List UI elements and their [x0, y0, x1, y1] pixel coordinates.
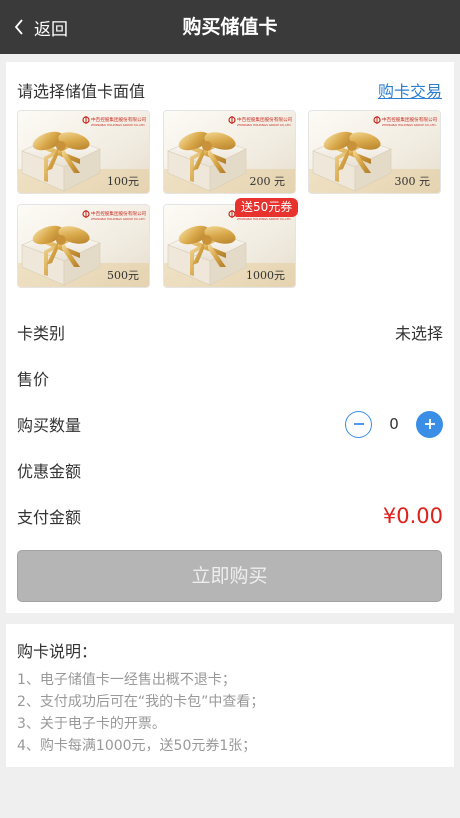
card-amount: 100元: [107, 175, 139, 188]
card-option-100[interactable]: 中百控股集团股份有限公司 ZHONGBAI HOLDINGS GROUP CO.,…: [17, 110, 150, 194]
card-option-300[interactable]: 中百控股集团股份有限公司 ZHONGBAI HOLDINGS GROUP CO.,…: [308, 110, 441, 194]
card-type-value: 未选择: [394, 324, 443, 343]
card-type-label: 卡类别: [17, 324, 66, 343]
discount-label: 优惠金额: [17, 462, 82, 481]
price-label: 售价: [17, 370, 50, 389]
notes-title: 购卡说明：: [17, 642, 98, 661]
quantity-stepper: 0: [345, 410, 443, 438]
card-option-500[interactable]: 中百控股集团股份有限公司 ZHONGBAI HOLDINGS GROUP CO.,…: [17, 204, 150, 288]
discount-row: 优惠金额: [17, 455, 443, 485]
card-brand-text-en: ZHONGBAI HOLDINGS GROUP CO.,LTD.: [237, 123, 292, 127]
note-item: 2、支付成功后可在“我的卡包”中查看；: [17, 694, 265, 710]
notes-list: 1、电子储值卡一经售出概不退卡； 2、支付成功后可在“我的卡包”中查看； 3、关…: [17, 669, 264, 757]
pay-row: 支付金额 ¥0.00: [17, 501, 443, 531]
card-brand-text: 中百控股集团股份有限公司: [237, 116, 293, 123]
quantity-value: 0: [389, 415, 399, 433]
page-title: 购买储值卡: [182, 16, 278, 38]
purchase-notes: 购卡说明： 1、电子储值卡一经售出概不退卡； 2、支付成功后可在“我的卡包”中查…: [6, 624, 454, 767]
pay-label: 支付金额: [17, 508, 82, 527]
card-type-row: 卡类别 未选择: [17, 317, 443, 347]
card-brand-text-en: ZHONGBAI HOLDINGS GROUP CO.,LTD.: [91, 123, 146, 127]
increase-button[interactable]: [416, 410, 443, 438]
price-row: 售价: [17, 363, 443, 393]
quantity-label: 购买数量: [17, 416, 82, 435]
back-button[interactable]: 返回: [14, 0, 68, 54]
note-item: 1、电子储值卡一经售出概不退卡；: [17, 672, 236, 688]
note-item: 4、购卡每满1000元，送50元券1张；: [17, 738, 257, 754]
buy-now-button[interactable]: 立即购买: [17, 550, 442, 602]
card-amount: 1000元: [246, 269, 285, 282]
card-brand-text: 中百控股集团股份有限公司: [91, 116, 147, 123]
card-amount: 200 元: [249, 175, 286, 188]
quantity-row: 购买数量 0: [17, 409, 443, 439]
card-amount: 500元: [107, 269, 139, 282]
card-amount: 300 元: [394, 175, 431, 188]
purchase-panel: 请选择储值卡面值 购卡交易 中百控股集团股份有限公司 ZHONGBAI HOLD…: [6, 62, 454, 613]
card-brand-text: 中百控股集团股份有限公司: [382, 116, 438, 123]
plus-icon: [424, 419, 435, 429]
card-brand-text-en: ZHONGBAI HOLDINGS GROUP CO.,LTD.: [91, 217, 146, 221]
chevron-left-icon: [14, 19, 23, 35]
back-label: 返回: [34, 19, 68, 40]
nav-bar: 返回 购买储值卡: [0, 0, 460, 54]
note-item: 3、关于电子卡的开票。: [17, 716, 166, 732]
card-brand-text: 中百控股集团股份有限公司: [91, 210, 147, 217]
minus-icon: [353, 423, 364, 425]
pay-amount: ¥0.00: [382, 504, 443, 528]
promo-badge: 送50元券: [235, 198, 299, 217]
decrease-button[interactable]: [345, 410, 372, 438]
card-brand-text-en: ZHONGBAI HOLDINGS GROUP CO.,LTD.: [237, 217, 292, 221]
card-trade-link[interactable]: 购卡交易: [378, 78, 442, 102]
card-option-200[interactable]: 中百控股集团股份有限公司 ZHONGBAI HOLDINGS GROUP CO.,…: [163, 110, 296, 194]
card-brand-text-en: ZHONGBAI HOLDINGS GROUP CO.,LTD.: [382, 123, 437, 127]
denomination-label: 请选择储值卡面值: [17, 82, 146, 101]
